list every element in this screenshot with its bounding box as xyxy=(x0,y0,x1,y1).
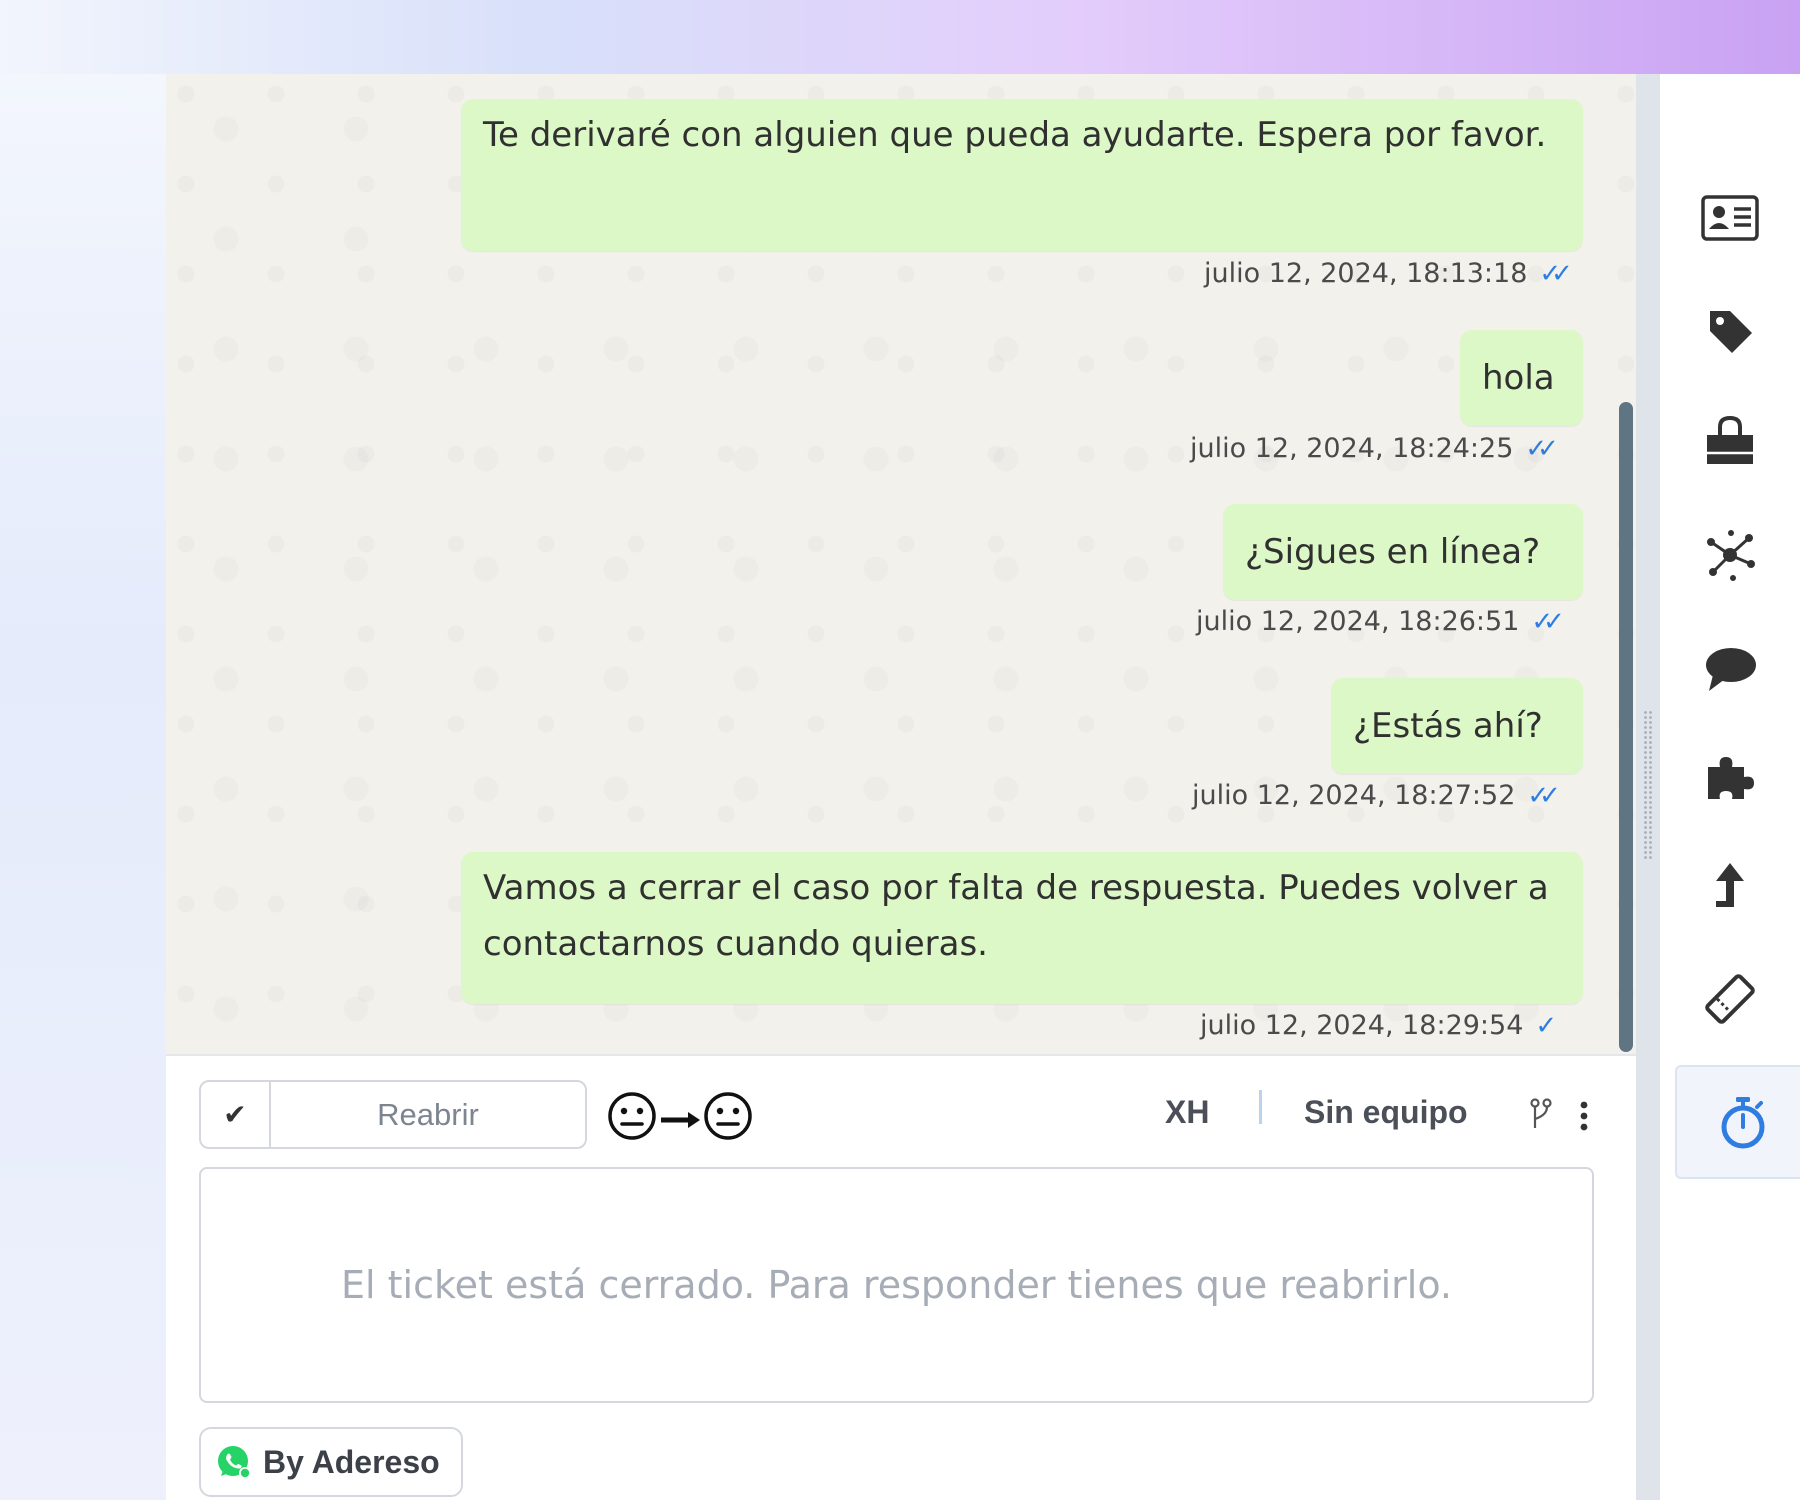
message-meta: julio 12, 2024, 18:27:52 ✓✓ xyxy=(1192,780,1561,811)
neutral-face-icon xyxy=(608,1092,656,1140)
message-bubble: ¿Sigues en línea? xyxy=(1223,504,1583,600)
double-check-icon: ✓✓ xyxy=(1539,258,1572,289)
message-text: ¿Sigues en línea? xyxy=(1245,532,1541,572)
message-bubble: Te derivaré con alguien que pueda ayudar… xyxy=(461,99,1583,251)
scrollbar-thumb[interactable] xyxy=(1619,402,1633,1052)
message-meta: julio 12, 2024, 18:24:25 ✓✓ xyxy=(1190,433,1559,464)
message-text: Te derivaré con alguien que pueda ayudar… xyxy=(483,115,1547,155)
message-meta: julio 12, 2024, 18:13:18 ✓✓ xyxy=(1204,258,1573,289)
message-text: Vamos a cerrar el caso por falta de resp… xyxy=(483,868,1549,964)
contact-card-icon[interactable] xyxy=(1660,183,1800,253)
check-icon[interactable]: ✔ xyxy=(201,1082,271,1147)
sentiment-indicator xyxy=(606,1090,754,1142)
reopen-control: ✔ Reabrir xyxy=(199,1080,587,1149)
message-bubble: hola xyxy=(1460,330,1583,426)
message-bubble: ¿Estás ahí? xyxy=(1331,678,1583,774)
shopping-bag-icon[interactable] xyxy=(1660,406,1800,476)
background-top xyxy=(0,0,1800,74)
escalate-arrow-icon[interactable] xyxy=(1660,852,1800,922)
channel-label: By Adereso xyxy=(263,1443,440,1480)
message-timestamp: julio 12, 2024, 18:24:25 xyxy=(1190,433,1514,464)
check-icon: ✓ xyxy=(1535,1010,1558,1041)
branch-icon[interactable] xyxy=(1528,1097,1554,1131)
message-timestamp: julio 12, 2024, 18:26:51 xyxy=(1196,606,1520,637)
neutral-face-icon xyxy=(704,1092,752,1140)
whatsapp-icon xyxy=(218,1446,251,1479)
ticket-icon[interactable] xyxy=(1660,964,1800,1034)
chat-bubble-icon[interactable] xyxy=(1660,634,1800,704)
network-icon[interactable] xyxy=(1660,520,1800,590)
message-bubble: Vamos a cerrar el caso por falta de resp… xyxy=(461,852,1583,1004)
stopwatch-icon[interactable] xyxy=(1685,1087,1800,1157)
message-text: ¿Estás ahí? xyxy=(1353,706,1543,746)
message-timestamp: julio 12, 2024, 18:27:52 xyxy=(1192,780,1516,811)
reopen-button[interactable]: Reabrir xyxy=(271,1082,585,1147)
channel-selector[interactable]: By Adereso xyxy=(199,1427,463,1497)
assigned-agent[interactable]: XH xyxy=(1165,1094,1209,1131)
closed-ticket-message: El ticket está cerrado. Para responder t… xyxy=(341,1263,1452,1307)
reply-input[interactable]: El ticket está cerrado. Para responder t… xyxy=(199,1167,1594,1403)
background-left xyxy=(0,74,166,1500)
double-check-icon: ✓✓ xyxy=(1531,606,1564,637)
message-timestamp: julio 12, 2024, 18:13:18 xyxy=(1204,258,1528,289)
tag-icon[interactable] xyxy=(1660,296,1800,366)
resize-handle[interactable] xyxy=(1643,710,1653,860)
team-selector[interactable]: Sin equipo xyxy=(1304,1094,1468,1131)
message-text: hola xyxy=(1482,358,1555,398)
double-check-icon: ✓✓ xyxy=(1525,433,1558,464)
message-meta: julio 12, 2024, 18:29:54 ✓ xyxy=(1200,1010,1557,1041)
puzzle-icon[interactable] xyxy=(1660,742,1800,812)
more-options-icon[interactable] xyxy=(1578,1100,1590,1132)
divider xyxy=(1259,1090,1262,1124)
message-timestamp: julio 12, 2024, 18:29:54 xyxy=(1200,1010,1524,1041)
double-check-icon: ✓✓ xyxy=(1527,780,1560,811)
arrow-right-icon xyxy=(661,1112,700,1128)
message-meta: julio 12, 2024, 18:26:51 ✓✓ xyxy=(1196,606,1565,637)
